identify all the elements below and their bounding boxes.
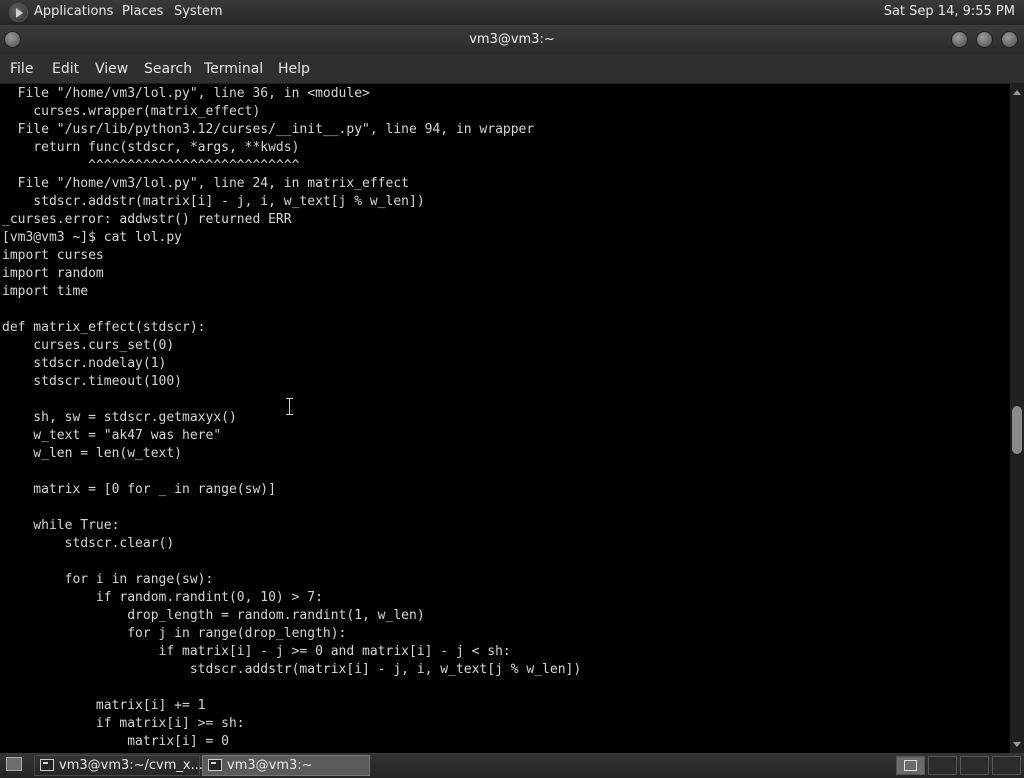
terminal-line: matrix = [0 for _ in range(sw)] bbox=[2, 482, 276, 497]
terminal-line: import curses bbox=[2, 248, 104, 263]
terminal-icon bbox=[208, 759, 222, 771]
applications-logo-icon[interactable] bbox=[9, 3, 28, 22]
terminal-line: import time bbox=[2, 284, 89, 299]
terminal-text: File "/home/vm3/lol.py", line 36, in <mo… bbox=[2, 85, 581, 751]
terminal-line: def matrix_effect(stdscr): bbox=[2, 320, 206, 335]
terminal-line: curses.curs_set(0) bbox=[2, 338, 175, 353]
scrollbar-thumb[interactable] bbox=[1012, 406, 1022, 454]
terminal-line: while True: bbox=[2, 518, 120, 533]
show-desktop-icon[interactable] bbox=[6, 757, 22, 771]
workspace-4[interactable] bbox=[992, 756, 1021, 775]
terminal-scrollbar[interactable] bbox=[1010, 84, 1024, 753]
terminal-line: drop_length = random.randint(1, w_len) bbox=[2, 608, 425, 623]
workspace-1[interactable] bbox=[896, 756, 925, 775]
maximize-button[interactable] bbox=[976, 31, 993, 48]
terminal-line: curses.wrapper(matrix_effect) bbox=[2, 104, 261, 119]
terminal-line: w_len = len(w_text) bbox=[2, 446, 183, 461]
terminal-line: return func(stdscr, *args, **kwds) bbox=[2, 140, 300, 155]
workspace-2[interactable] bbox=[928, 756, 957, 775]
menu-help[interactable]: Help bbox=[278, 61, 310, 77]
terminal-line: stdscr.addstr(matrix[i] - j, i, w_text[j… bbox=[2, 662, 582, 677]
terminal-line: matrix[i] += 1 bbox=[2, 698, 206, 713]
workspace-3[interactable] bbox=[960, 756, 989, 775]
window-titlebar[interactable]: vm3@vm3:~ bbox=[0, 25, 1024, 54]
menu-terminal[interactable]: Terminal bbox=[204, 61, 263, 77]
terminal-line: if random.randint(0, 10) > 7: bbox=[2, 590, 323, 605]
terminal-line: File "/home/vm3/lol.py", line 24, in mat… bbox=[2, 176, 409, 191]
terminal-line: if matrix[i] >= sh: bbox=[2, 716, 245, 731]
menu-view[interactable]: View bbox=[95, 61, 128, 77]
terminal-line: import random bbox=[2, 266, 104, 281]
top-panel: Applications Places System Sat Sep 14, 9… bbox=[0, 0, 1024, 25]
taskbar-item-label: vm3@vm3:~/cvm_x... bbox=[59, 758, 204, 773]
terminal-line: matrix[i] = 0 bbox=[2, 734, 229, 749]
menu-applications[interactable]: Applications bbox=[34, 4, 113, 19]
scroll-down-arrow-icon[interactable] bbox=[1013, 742, 1021, 747]
terminal-icon bbox=[40, 759, 54, 771]
terminal-line: File "/home/vm3/lol.py", line 36, in <mo… bbox=[2, 86, 370, 101]
terminal-line: w_text = "ak47 was here" bbox=[2, 428, 222, 443]
terminal-line: [vm3@vm3 ~]$ cat lol.py bbox=[2, 230, 183, 245]
minimize-button[interactable] bbox=[951, 31, 968, 48]
menu-search[interactable]: Search bbox=[144, 61, 192, 77]
taskbar-item-label: vm3@vm3:~ bbox=[227, 758, 313, 773]
terminal-line: stdscr.nodelay(1) bbox=[2, 356, 167, 371]
bottom-panel: vm3@vm3:~/cvm_x... vm3@vm3:~ bbox=[0, 753, 1024, 778]
terminal-line: _curses.error: addwstr() returned ERR bbox=[2, 212, 292, 227]
window-title: vm3@vm3:~ bbox=[469, 32, 555, 47]
menu-edit[interactable]: Edit bbox=[52, 61, 79, 77]
terminal-line: stdscr.addstr(matrix[i] - j, i, w_text[j… bbox=[2, 194, 425, 209]
menu-file[interactable]: File bbox=[10, 61, 33, 77]
terminal-line: for j in range(drop_length): bbox=[2, 626, 347, 641]
taskbar-item-terminal-cvm[interactable]: vm3@vm3:~/cvm_x... bbox=[34, 755, 204, 776]
taskbar-item-terminal-home[interactable]: vm3@vm3:~ bbox=[202, 755, 370, 776]
text-cursor-icon bbox=[286, 398, 293, 415]
scroll-up-arrow-icon[interactable] bbox=[1013, 90, 1021, 95]
terminal-output[interactable]: File "/home/vm3/lol.py", line 36, in <mo… bbox=[0, 84, 1010, 753]
menu-system[interactable]: System bbox=[174, 4, 222, 19]
panel-clock[interactable]: Sat Sep 14, 9:55 PM bbox=[884, 4, 1015, 19]
terminal-line: if matrix[i] - j >= 0 and matrix[i] - j … bbox=[2, 644, 511, 659]
menu-places[interactable]: Places bbox=[122, 4, 163, 19]
terminal-line: File "/usr/lib/python3.12/curses/__init_… bbox=[2, 122, 535, 137]
terminal-line: stdscr.clear() bbox=[2, 536, 175, 551]
terminal-line: ^^^^^^^^^^^^^^^^^^^^^^^^^^^ bbox=[2, 158, 300, 173]
terminal-line: for i in range(sw): bbox=[2, 572, 214, 587]
close-button[interactable] bbox=[1001, 31, 1018, 48]
terminal-menubar: File Edit View Search Terminal Help bbox=[0, 54, 1024, 84]
terminal-line: stdscr.timeout(100) bbox=[2, 374, 183, 389]
